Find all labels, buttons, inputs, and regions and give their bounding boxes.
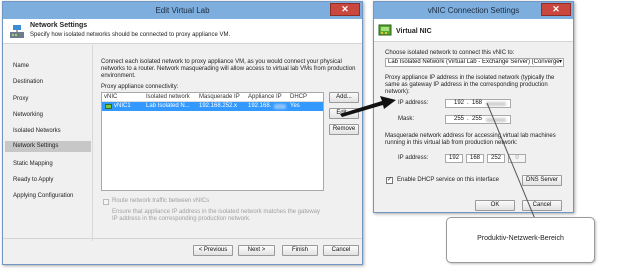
nav-item-proxy[interactable]: Proxy — [13, 96, 28, 102]
nav-item-name[interactable]: Name — [13, 63, 29, 69]
cell-dhcp: Yes — [290, 103, 300, 109]
masq-octet-2[interactable]: 168 — [466, 154, 484, 163]
cancel-button[interactable]: Cancel — [323, 245, 359, 256]
title-bar: Edit Virtual Lab — [3, 2, 362, 19]
appliance-ip-description: Proxy appliance IP address in the isolat… — [385, 75, 555, 95]
description-text: Connect each isolated network to proxy a… — [101, 59, 356, 79]
choose-network-label: Choose isolated network to connect this … — [385, 50, 515, 56]
masq-octet-3[interactable]: 252 — [487, 154, 505, 163]
ip-octet-1: 192 — [454, 100, 465, 106]
col-isolated-network[interactable]: Isolated network — [146, 94, 190, 100]
nav-item-static-mapping[interactable]: Static Mapping — [13, 161, 53, 167]
network-settings-icon — [9, 23, 25, 39]
cell-masquerade-ip: 192.168.252.x — [199, 103, 238, 109]
ip-dot: . — [467, 100, 469, 106]
masquerade-ip-label: IP address: — [398, 155, 429, 161]
remove-button[interactable]: Remove — [329, 124, 359, 135]
nav-item-isolated-networks[interactable]: Isolated Networks — [13, 128, 61, 134]
col-appliance-ip[interactable]: Appliance IP — [248, 94, 282, 100]
mask-octet-2: 255 — [472, 116, 483, 122]
mask-octet-1: 255 — [454, 116, 465, 122]
redacted-ip — [274, 104, 286, 109]
connectivity-table: vNIC Isolated network Masquerade IP Appl… — [101, 92, 324, 191]
route-note: Ensure that appliance IP address in the … — [112, 209, 321, 222]
header-title: Network Settings — [30, 22, 88, 29]
connectivity-label: Proxy appliance connectivity: — [101, 84, 179, 90]
nav-item-network-settings[interactable]: Network Settings — [5, 141, 91, 152]
table-row[interactable]: vNIC1 Lab Isolated N... 192.168.252.x 19… — [102, 102, 323, 111]
route-checkbox[interactable] — [103, 199, 109, 205]
ip-octet-2: 168 — [472, 100, 483, 106]
cell-network: Lab Isolated N... — [146, 103, 190, 109]
cell-vnic: vNIC1 — [114, 103, 131, 109]
nav-item-applying-configuration[interactable]: Applying Configuration — [13, 193, 73, 199]
masq-octet-1[interactable]: 192 — [445, 154, 463, 163]
ip-address-label: IP address: — [398, 100, 429, 106]
mask-field[interactable]: 255 . 255 — [445, 115, 511, 124]
close-button[interactable]: ✕ — [541, 3, 571, 16]
virtual-nic-icon — [378, 23, 392, 37]
dhcp-checkbox[interactable]: ✓ — [386, 177, 393, 184]
finish-button[interactable]: Finish — [282, 245, 318, 256]
chevron-down-icon: ▾ — [558, 59, 562, 66]
masq-octet-4: 0 — [508, 154, 526, 163]
dhcp-checkbox-label: Enable DHCP service on this interface — [397, 177, 499, 183]
close-button[interactable]: ✕ — [330, 3, 360, 16]
callout-box: Produktiv-Netzwerk-Bereich — [446, 217, 595, 263]
nav-item-networking[interactable]: Networking — [13, 112, 43, 118]
redacted-ip — [486, 102, 506, 106]
window-title: vNIC Connection Settings — [427, 6, 520, 15]
footer-separator — [3, 238, 362, 239]
wizard-header: Network Settings Specify how isolated ne… — [3, 19, 362, 44]
dns-server-button[interactable]: DNS Server — [522, 175, 562, 186]
redacted-mask — [486, 118, 506, 122]
wizard-nav: Name Destination Proxy Networking Isolat… — [3, 45, 93, 241]
nic-icon — [105, 104, 112, 109]
mask-dot: . — [467, 116, 469, 122]
route-checkbox-label: Route network traffic between vNICs — [112, 198, 210, 204]
isolated-network-select-value: Lab Isolated Network (Virtual Lab - Exch… — [388, 59, 560, 65]
header-subtitle: Specify how isolated networks should be … — [30, 32, 231, 38]
vnic-connection-settings-window: vNIC Connection Settings ✕ Virtual NIC C… — [373, 1, 574, 213]
cell-appliance-ip: 192.168. — [248, 103, 272, 109]
col-vnic[interactable]: vNIC — [104, 94, 117, 100]
header-title: Virtual NIC — [396, 28, 432, 35]
nav-item-network-settings-label: Network Settings — [13, 143, 59, 149]
edit-virtual-lab-window: Edit Virtual Lab ✕ Network Settings Spec… — [2, 1, 363, 265]
next-button[interactable]: Next > — [238, 245, 275, 256]
window-title: Edit Virtual Lab — [155, 6, 210, 15]
previous-button[interactable]: < Previous — [193, 245, 233, 256]
ip-address-field[interactable]: 192 . 168 — [445, 99, 511, 108]
add-button[interactable]: Add... — [329, 92, 359, 103]
nav-item-destination[interactable]: Destination — [13, 79, 43, 85]
isolated-network-select[interactable]: Lab Isolated Network (Virtual Lab - Exch… — [385, 58, 564, 67]
edit-button[interactable]: Edit... — [329, 108, 359, 119]
callout-text: Produktiv-Netzwerk-Bereich — [477, 235, 564, 242]
col-masquerade-ip[interactable]: Masquerade IP — [199, 94, 240, 100]
vnic-header: Virtual NIC — [374, 19, 573, 42]
masquerade-description: Masquerade network address for accessing… — [385, 133, 556, 146]
ok-button[interactable]: OK — [475, 200, 515, 211]
col-dhcp[interactable]: DHCP — [290, 94, 307, 100]
cancel-button[interactable]: Cancel — [522, 200, 562, 211]
table-header: vNIC Isolated network Masquerade IP Appl… — [102, 93, 323, 102]
nav-item-ready-to-apply[interactable]: Ready to Apply — [13, 177, 53, 183]
mask-label: Mask: — [398, 116, 415, 122]
